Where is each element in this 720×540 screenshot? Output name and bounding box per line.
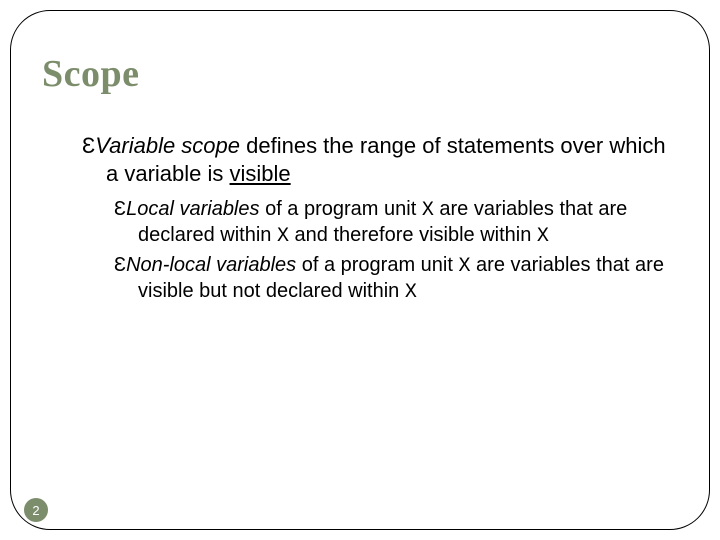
text-mono: X (537, 225, 549, 248)
bullet-icon: Ɛ (114, 198, 126, 220)
text: of a program unit (260, 198, 422, 220)
text-mono: X (405, 281, 417, 304)
bullet-main-1: ƐVariable scope defines the range of sta… (42, 132, 678, 187)
bullet-icon: Ɛ (114, 254, 126, 276)
slide-body: ƐVariable scope defines the range of sta… (42, 132, 678, 309)
page-number-badge: 2 (24, 498, 48, 522)
text-italic: Non-local variables (126, 254, 296, 276)
text-mono: X (422, 199, 434, 222)
text-mono: X (277, 225, 289, 248)
text-italic: Local variables (126, 198, 259, 220)
bullet-sub-2: ƐNon-local variables of a program unit X… (42, 253, 678, 305)
text-mono: X (458, 255, 470, 278)
bullet-sub-1: ƐLocal variables of a program unit X are… (42, 197, 678, 249)
text-italic: Variable scope (95, 133, 240, 158)
slide: Scope ƐVariable scope defines the range … (0, 0, 720, 540)
text: and therefore visible within (289, 224, 537, 246)
slide-title: Scope (42, 52, 140, 96)
page-number: 2 (32, 503, 39, 518)
text: of a program unit (296, 254, 458, 276)
bullet-icon: Ɛ (82, 133, 95, 158)
text-underline: visible (230, 161, 291, 186)
